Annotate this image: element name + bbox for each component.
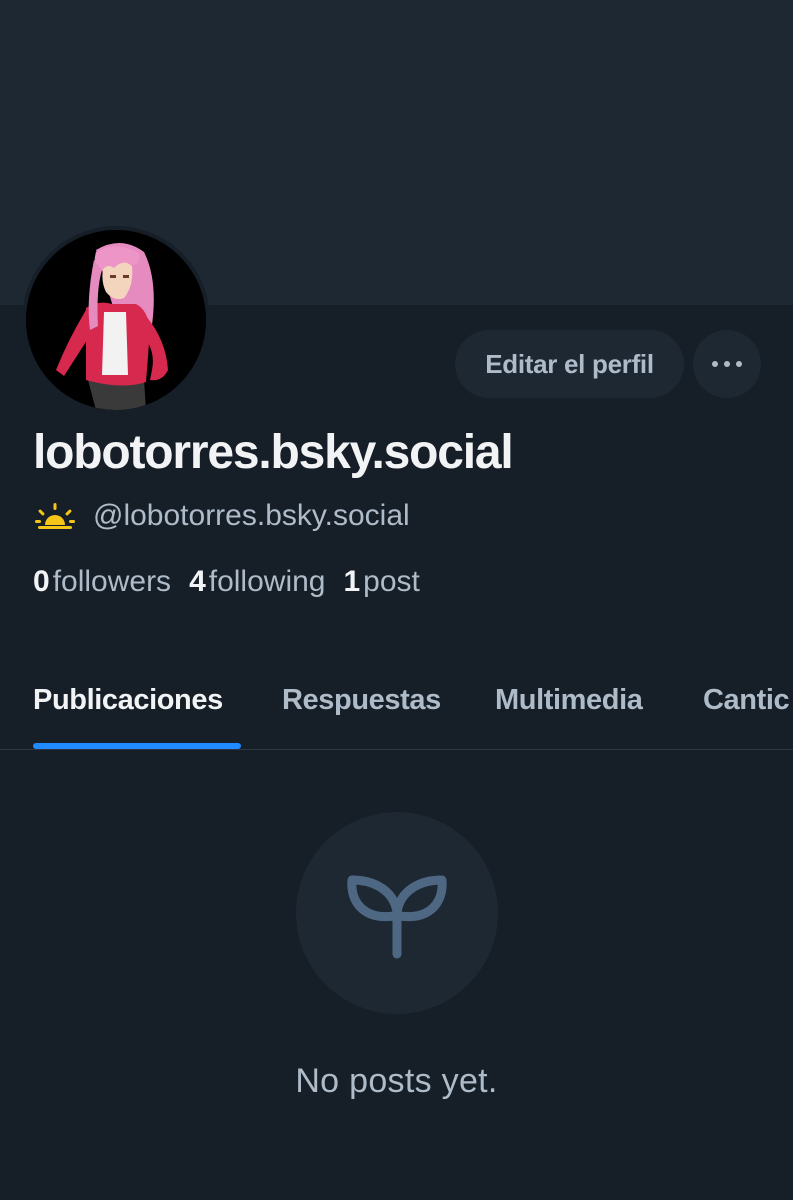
profile-stats: 0 followers 4 following 1 post [33,562,438,602]
ellipsis-dot [736,361,742,367]
handle: @lobotorres.bsky.social [93,499,410,532]
tab-multimedia[interactable]: Multimedia [495,684,643,717]
avatar-image [26,230,206,410]
following-label: following [208,565,326,598]
followers-label: followers [52,565,172,598]
profile-page: Editar el perfil lobotorres.bsky.social … [0,0,793,1200]
posts-label: post [363,565,420,598]
followers-count: 0 [33,565,50,598]
sunrise-icon [35,503,75,529]
posts-count: 1 [343,565,361,598]
profile-tabs: Publicaciones Respuestas Multimedia Cant… [0,672,793,750]
tab-respuestas[interactable]: Respuestas [282,684,441,717]
followers-stat[interactable]: 0 followers [33,565,189,599]
more-options-button[interactable] [693,330,761,398]
active-tab-indicator [33,743,241,749]
tab-publicaciones[interactable]: Publicaciones [33,684,223,717]
seedling-icon [347,875,447,959]
handle-row: @lobotorres.bsky.social [35,496,410,536]
posts-stat: 1 post [343,565,437,599]
empty-state-message: No posts yet. [295,1062,498,1100]
avatar[interactable] [22,226,210,414]
edit-profile-button[interactable]: Editar el perfil [455,330,684,398]
display-name: lobotorres.bsky.social [33,426,514,479]
tab-canciones[interactable]: Cantic [703,684,790,717]
following-count: 4 [189,565,206,598]
following-stat[interactable]: 4 following [189,565,343,599]
ellipsis-dot [724,361,730,367]
empty-state-icon-circle [296,812,498,1014]
ellipsis-icon [712,361,718,367]
